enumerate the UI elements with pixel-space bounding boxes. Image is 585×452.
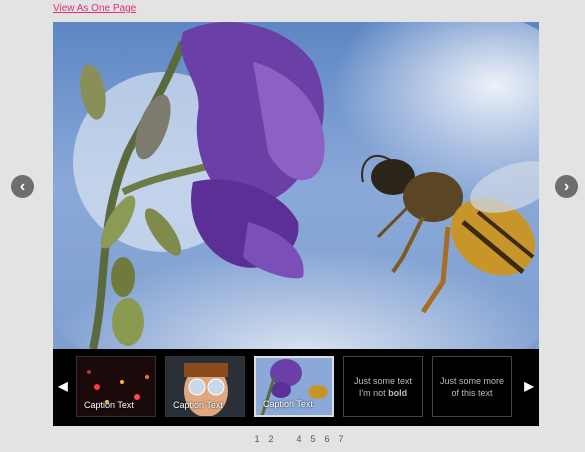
view-as-one-page-link[interactable]: View As One Page — [53, 3, 136, 14]
thumbnail-caption: Caption Text — [263, 399, 313, 409]
page-link-3[interactable]: 3 — [278, 434, 292, 444]
page-link-4[interactable]: 4 — [292, 434, 306, 444]
thumbnail-5[interactable]: Just some more of this text — [432, 356, 512, 417]
thumbnail-text-line2: of this text — [451, 387, 493, 398]
page-link-2[interactable]: 2 — [264, 434, 278, 444]
chevron-right-icon: › — [563, 177, 570, 195]
thumbnail-text-line1: Just some text — [353, 375, 413, 386]
slide-prev-button[interactable]: ‹ — [11, 175, 34, 198]
page-pager: 1 2 3 4 5 6 7 — [250, 434, 348, 444]
main-slide-image — [53, 22, 539, 349]
page-link-6[interactable]: 6 — [320, 434, 334, 444]
slide-next-button[interactable]: › — [555, 175, 578, 198]
thumbnail-text-line1: Just some more — [439, 375, 505, 386]
page-link-7[interactable]: 7 — [334, 434, 348, 444]
thumbnail-caption: Caption Text — [84, 400, 134, 410]
thumbnail-3[interactable]: Caption Text — [254, 356, 334, 417]
thumbnail-4[interactable]: Just some text I'm not bold — [343, 356, 423, 417]
page-link-5[interactable]: 5 — [306, 434, 320, 444]
thumbnail-2[interactable]: Caption Text — [165, 356, 245, 417]
thumbstrip-prev-button[interactable]: ◀ — [57, 379, 69, 395]
thumbstrip-next-button[interactable]: ▶ — [523, 379, 535, 395]
thumbnail-text-line2: I'm not bold — [358, 387, 408, 398]
thumbnail-strip: ◀ ▶ Caption Text Caption Text Caption Te — [53, 349, 539, 426]
thumbnail-1[interactable]: Caption Text — [76, 356, 156, 417]
thumbnail-caption: Caption Text — [173, 400, 223, 410]
chevron-left-icon: ‹ — [19, 177, 26, 195]
page-link-1[interactable]: 1 — [250, 434, 264, 444]
